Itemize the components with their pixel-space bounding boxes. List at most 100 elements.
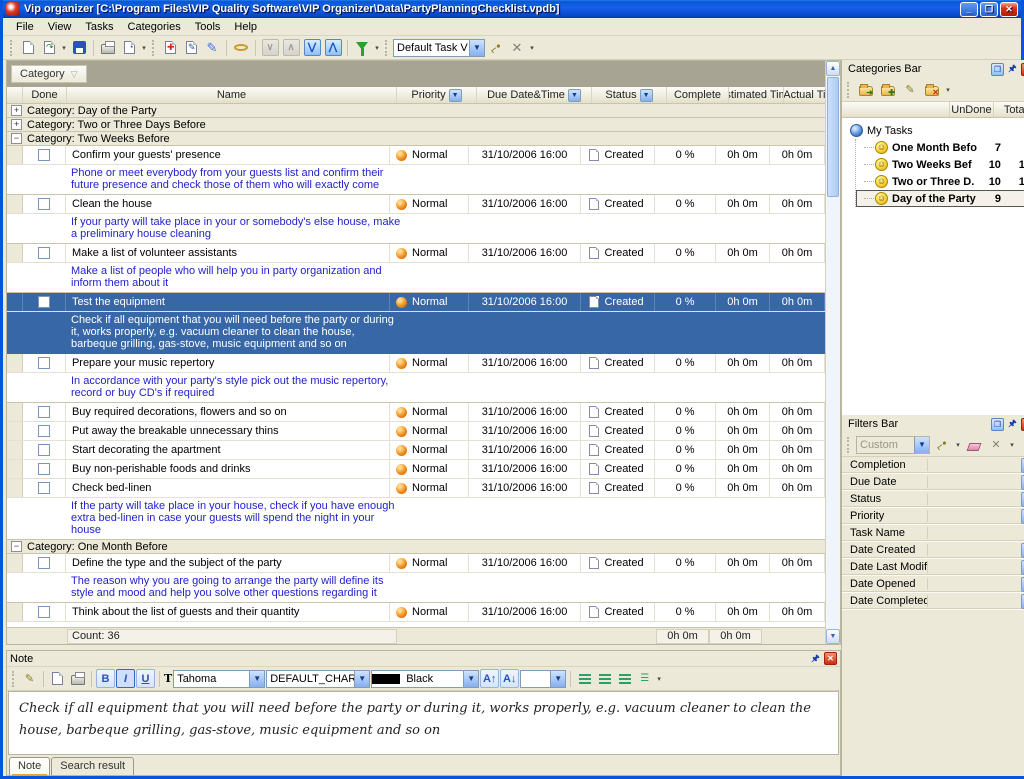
view-task-button[interactable] [231,38,251,58]
tree-column-header-undone[interactable]: UnDone [949,102,993,117]
done-cell[interactable] [23,441,66,459]
complete-cell[interactable]: 0 % [655,603,716,621]
underline-button[interactable]: U [136,669,155,688]
estimated-time-cell[interactable]: 0h 0m [716,422,770,440]
align-center-button[interactable] [595,669,614,688]
done-cell[interactable] [23,146,66,164]
estimated-time-cell[interactable]: 0h 0m [716,244,770,262]
status-cell[interactable]: Created [581,146,655,164]
complete-cell[interactable]: 0 % [655,403,716,421]
task-row[interactable]: Buy required decorations, flowers and so… [7,403,825,422]
expand-all-button[interactable]: ⋁ [302,38,322,58]
task-name-cell[interactable]: Check bed-linen [66,479,390,497]
task-view-select[interactable]: Default Task V ▼ [393,39,485,57]
priority-cell[interactable]: Normal [390,479,469,497]
tab-note[interactable]: Note [9,757,50,775]
apply-filter-button[interactable]: ⌐• [932,435,952,455]
actual-time-cell[interactable]: 0h 0m [770,146,825,164]
bullet-list-button[interactable]: ☰ [635,669,654,688]
complete-cell[interactable]: 0 % [655,554,716,572]
task-row[interactable]: Clean the houseNormal31/10/2006 16:00Cre… [7,195,825,214]
due-date-cell[interactable]: 31/10/2006 16:00 [469,244,582,262]
task-row[interactable]: Confirm your guests' presenceNormal31/10… [7,146,825,165]
actual-time-cell[interactable]: 0h 0m [770,403,825,421]
complete-cell[interactable]: 0 % [655,354,716,372]
task-row[interactable]: Check bed-linenNormal31/10/2006 16:00Cre… [7,479,825,498]
font-size-select[interactable]: ▼ [520,670,566,688]
filter-row-status[interactable]: Status▼ [842,491,1024,508]
save-database-button[interactable] [69,38,89,58]
priority-cell[interactable]: Normal [390,441,469,459]
due-date-cell[interactable]: 31/10/2006 16:00 [469,422,582,440]
complete-cell[interactable]: 0 % [655,479,716,497]
task-row[interactable]: Start decorating the apartmentNormal31/1… [7,441,825,460]
priority-cell[interactable]: Normal [390,195,469,213]
actual-time-cell[interactable]: 0h 0m [770,354,825,372]
column-header-priority[interactable]: Priority▼ [397,87,477,103]
done-checkbox[interactable] [38,444,50,456]
insert-object-button[interactable] [48,669,67,688]
add-task-button[interactable]: ✚ [160,38,180,58]
add-subcategory-button[interactable]: ✚ [878,80,898,100]
done-cell[interactable] [23,479,66,497]
tree-item-two-or-three-d-[interactable]: ☺Two or Three D.1010 [856,173,1024,190]
scroll-up-button[interactable]: ▲ [826,61,840,76]
task-name-cell[interactable]: Buy non-perishable foods and drinks [66,460,390,478]
complete-cell[interactable]: 0 % [655,441,716,459]
category-row[interactable]: +Category: Day of the Party [7,104,825,118]
filters-pin-icon[interactable]: 🖈 [1006,418,1019,431]
complete-cell[interactable]: 0 % [655,460,716,478]
task-name-cell[interactable]: Buy required decorations, flowers and so… [66,403,390,421]
due-date-cell[interactable]: 31/10/2006 16:00 [469,554,582,572]
task-name-cell[interactable]: Clean the house [66,195,390,213]
task-row[interactable]: Make a list of volunteer assistantsNorma… [7,244,825,263]
categories-toolbar-overflow-arrow[interactable]: ▾ [944,86,952,94]
status-cell[interactable]: Created [581,460,655,478]
task-row[interactable]: Buy non-perishable foods and drinksNorma… [7,460,825,479]
estimated-time-cell[interactable]: 0h 0m [716,195,770,213]
due-date-cell[interactable]: 31/10/2006 16:00 [469,603,582,621]
status-cell[interactable]: Created [581,422,655,440]
task-note-row[interactable]: Phone or meet everybody from your guests… [7,165,825,195]
done-checkbox[interactable] [38,606,50,618]
color-select[interactable]: Black ▼ [371,670,479,688]
task-note-row[interactable]: Make a list of people who will help you … [7,263,825,293]
tree-item-one-month-befo[interactable]: ☺One Month Befo77 [856,139,1024,156]
done-cell[interactable] [23,354,66,372]
category-row[interactable]: −Category: Two Weeks Before [7,132,825,146]
collapse-icon[interactable]: − [11,133,22,144]
task-row[interactable]: Put away the breakable unnecessary thins… [7,422,825,441]
done-cell[interactable] [23,422,66,440]
task-name-cell[interactable]: Test the equipment [66,293,390,311]
categories-pin-icon[interactable]: 🖈 [1006,63,1019,76]
column-filter-dropdown-icon[interactable]: ▼ [568,89,581,102]
category-row[interactable]: +Category: Two or Three Days Before [7,118,825,132]
filter-row-completion[interactable]: Completion▼ [842,457,1024,474]
task-row[interactable]: Define the type and the subject of the p… [7,554,825,573]
column-header-estimated-time[interactable]: Estimated Time [729,87,784,103]
task-note-row[interactable]: If your party will take place in your or… [7,214,825,244]
estimated-time-cell[interactable]: 0h 0m [716,403,770,421]
filters-restore-icon[interactable]: ❐ [991,418,1004,431]
status-cell[interactable]: Created [581,195,655,213]
done-checkbox[interactable] [38,463,50,475]
done-checkbox[interactable] [38,482,50,494]
task-row[interactable]: Prepare your music repertoryNormal31/10/… [7,354,825,373]
task-name-cell[interactable]: Prepare your music repertory [66,354,390,372]
tree-item-two-weeks-bef[interactable]: ☺Two Weeks Bef1010 [856,156,1024,173]
priority-cell[interactable]: Normal [390,244,469,262]
align-right-button[interactable] [615,669,634,688]
tree-root-my-tasks[interactable]: My Tasks [842,122,1024,139]
status-cell[interactable]: Created [581,479,655,497]
tree-item-day-of-the-party[interactable]: ☺Day of the Party99 [856,190,1024,207]
complete-cell[interactable]: 0 % [655,293,716,311]
filters-toolbar-overflow-arrow[interactable]: ▾ [1008,441,1016,449]
done-checkbox[interactable] [38,557,50,569]
status-cell[interactable]: Created [581,603,655,621]
status-cell[interactable]: Created [581,441,655,459]
column-header-name[interactable]: Name [67,87,397,103]
apply-view-button[interactable]: ⌐• [486,38,506,58]
actual-time-cell[interactable]: 0h 0m [770,441,825,459]
due-date-cell[interactable]: 31/10/2006 16:00 [469,460,582,478]
priority-cell[interactable]: Normal [390,603,469,621]
